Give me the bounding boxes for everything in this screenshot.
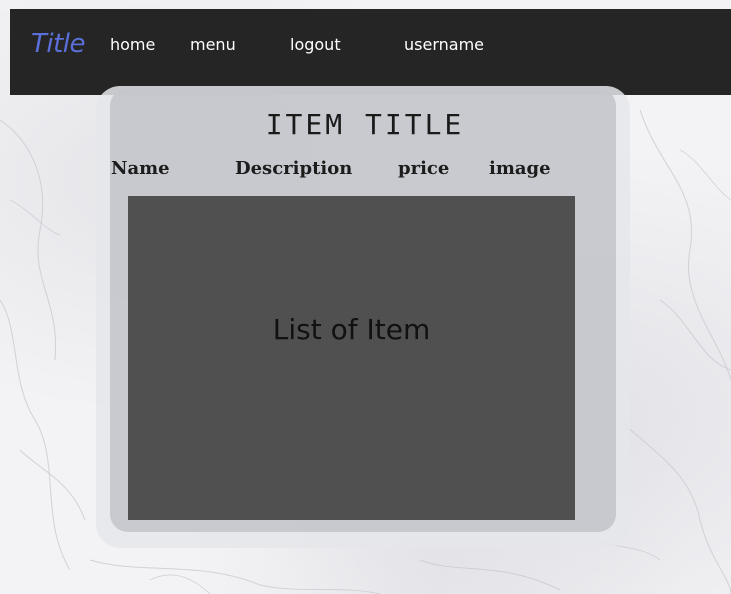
nav-username-link[interactable]: username xyxy=(404,35,484,54)
column-header-image: image xyxy=(489,158,551,179)
item-title: ITEM TITLE xyxy=(265,108,465,141)
item-list-panel: List of Item xyxy=(128,196,575,520)
nav-menu-link[interactable]: menu xyxy=(190,35,236,54)
nav-logout-link[interactable]: logout xyxy=(290,35,341,54)
brand-title[interactable]: Title xyxy=(31,29,86,59)
nav-home-link[interactable]: home xyxy=(110,35,155,54)
top-navbar: Title home menu logout username xyxy=(10,9,731,95)
item-list-placeholder: List of Item xyxy=(272,313,431,346)
column-header-name: Name xyxy=(111,158,170,179)
column-header-price: price xyxy=(398,158,450,179)
column-header-description: Description xyxy=(235,158,353,179)
